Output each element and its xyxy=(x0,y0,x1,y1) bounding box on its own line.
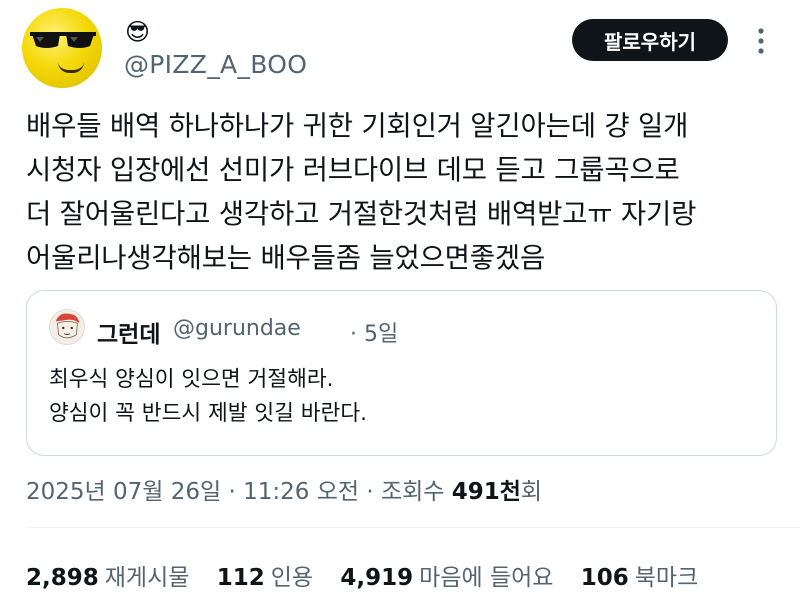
quoted-display-name[interactable]: 그런데 xyxy=(97,315,160,349)
likes-label: 마음에 들어요 xyxy=(419,565,554,591)
more-icon[interactable] xyxy=(751,26,771,56)
quoted-timestamp[interactable]: · 5일 xyxy=(350,316,398,348)
tweet-datetime[interactable]: 2025년 07월 26일 · 11:26 오전 · 조회수 xyxy=(26,479,452,505)
retweets-stat[interactable]: 2,898 재게시물 xyxy=(26,558,189,592)
likes-count: 4,919 xyxy=(340,565,414,591)
divider xyxy=(26,527,800,528)
bookmarks-count: 106 xyxy=(580,565,629,591)
engagement-stats: 2,898 재게시물 112 인용 4,919 마음에 들어요 106 북마크 xyxy=(26,558,718,592)
author-handle[interactable]: @PIZZ_A_BOO xyxy=(124,50,307,79)
quoted-handle[interactable]: @gurundae xyxy=(173,316,301,341)
quoted-text: 최우식 양심이 잇으면 거절해라. 양심이 꼭 반드시 제발 잇길 바란다. xyxy=(49,363,367,431)
bookmarks-stat[interactable]: 106 북마크 xyxy=(581,558,699,592)
tweet-line: 어울리나생각해보는 배우들좀 늘었으면좋겠음 xyxy=(26,242,546,274)
avatar-smile xyxy=(58,62,84,73)
retweets-label: 재게시물 xyxy=(104,565,190,591)
follow-button[interactable]: 팔로우하기 xyxy=(572,19,728,61)
quoted-line: 최우식 양심이 잇으면 거절해라. xyxy=(49,367,334,392)
display-name-emoji[interactable]: 😎 xyxy=(125,18,157,46)
view-count-suffix: 회 xyxy=(520,479,543,505)
quoted-line: 양심이 꼭 반드시 제발 잇길 바란다. xyxy=(49,401,367,426)
likes-stat[interactable]: 4,919 마음에 들어요 xyxy=(340,558,553,592)
quoted-tweet[interactable]: 그런데 @gurundae · 5일 최우식 양심이 잇으면 거절해라. 양심이… xyxy=(26,290,777,456)
quotes-count: 112 xyxy=(216,565,265,591)
tweet-meta: 2025년 07월 26일 · 11:26 오전 · 조회수 491천회 xyxy=(26,472,542,506)
sunglasses-icon xyxy=(30,32,96,48)
tweet-text: 배우들 배역 하나하나가 귀한 기회인거 알긴아는데 걍 일개 시청자 입장에선… xyxy=(26,104,786,280)
retweets-count: 2,898 xyxy=(26,565,99,591)
author-avatar[interactable] xyxy=(22,8,102,88)
quoted-avatar[interactable] xyxy=(49,309,85,345)
bookmarks-label: 북마크 xyxy=(634,565,699,591)
tweet-line: 시청자 입장에선 선미가 러브다이브 데모 듣고 그룹곡으로 xyxy=(26,154,680,186)
tweet-line: 더 잘어울린다고 생각하고 거절한것처럼 배역받고ㅠ 자기랑 xyxy=(26,198,697,230)
tweet-line: 배우들 배역 하나하나가 귀한 기회인거 알긴아는데 걍 일개 xyxy=(26,110,689,142)
quoted-avatar-face-icon xyxy=(55,313,80,339)
quotes-label: 인용 xyxy=(270,565,314,591)
quotes-stat[interactable]: 112 인용 xyxy=(217,558,313,592)
view-count: 491천 xyxy=(451,479,521,505)
